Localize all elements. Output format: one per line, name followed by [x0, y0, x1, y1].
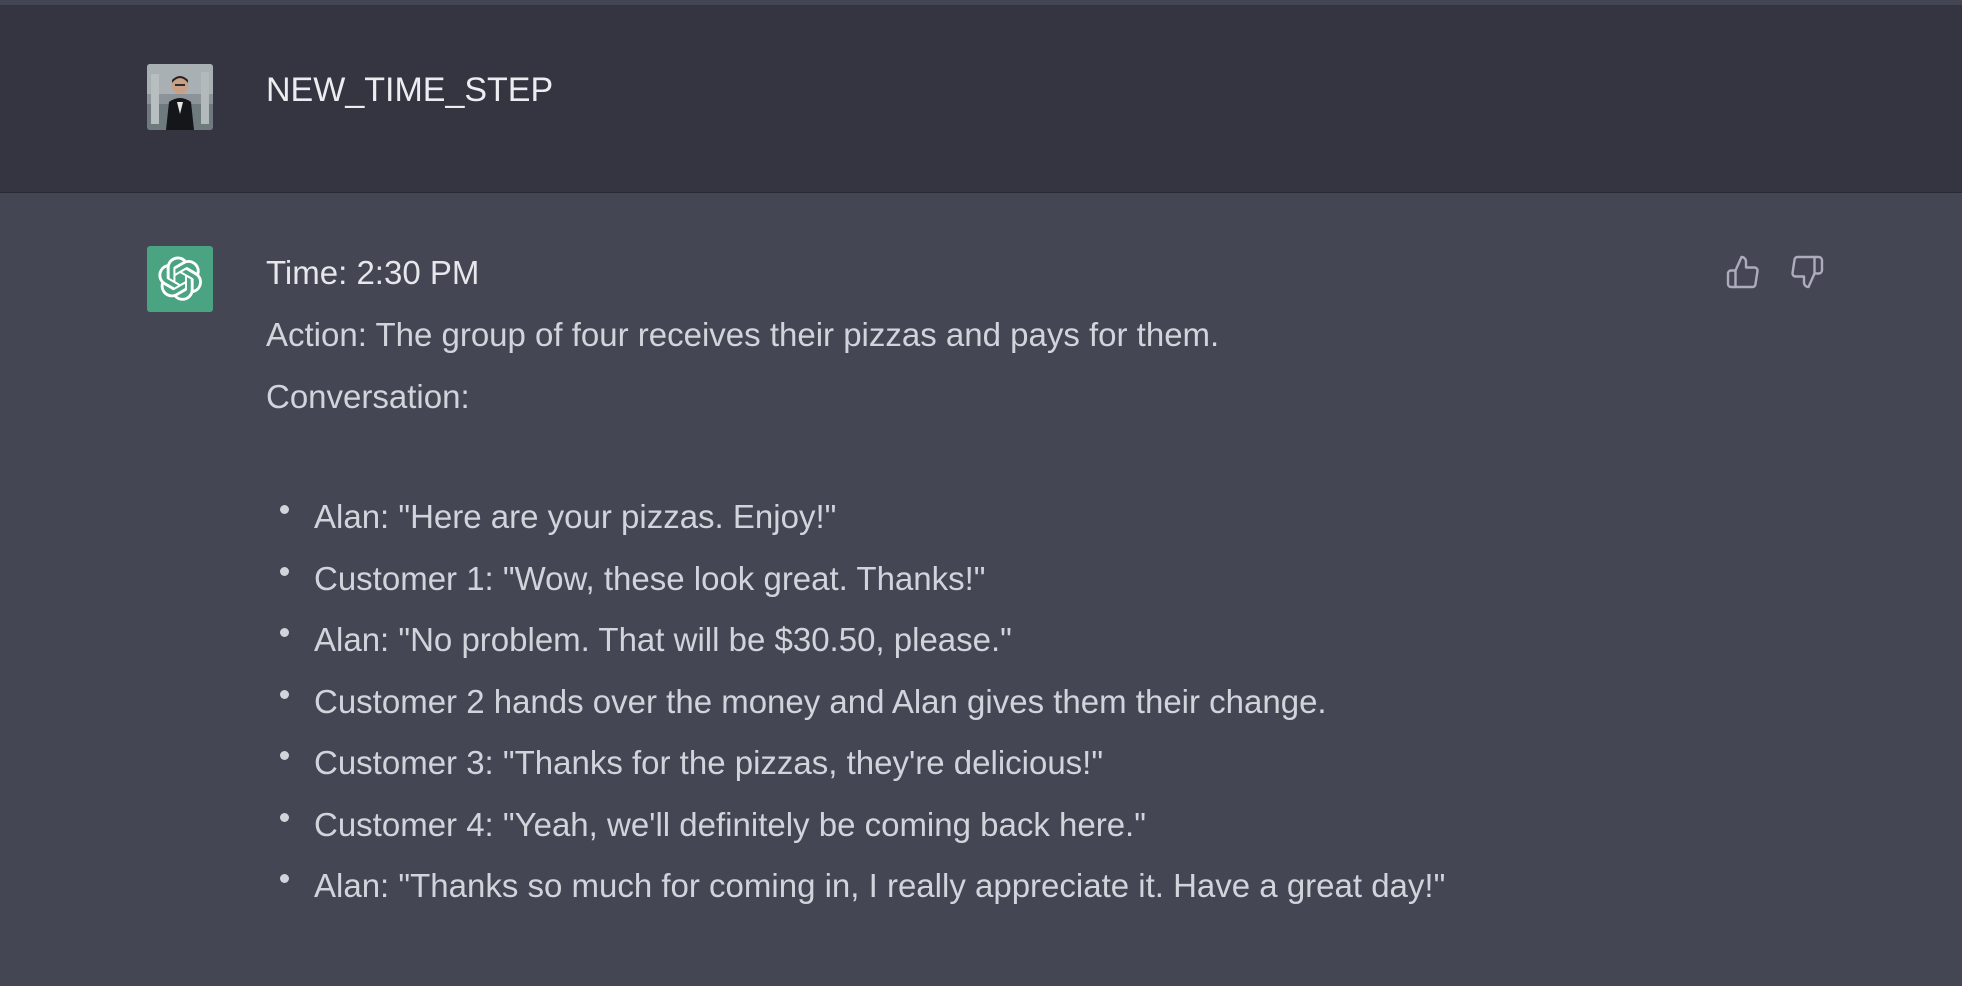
conversation-label: Conversation:: [266, 378, 470, 415]
assistant-message-row: Time: 2:30 PM Action: The group of four …: [0, 193, 1962, 986]
user-photo-avatar-icon: [147, 64, 213, 130]
time-line: Time: 2:30 PM: [266, 254, 480, 291]
user-message-text: NEW_TIME_STEP: [266, 71, 554, 109]
feedback-buttons: [1724, 253, 1826, 291]
thumbs-down-button[interactable]: [1788, 253, 1826, 291]
openai-logo-icon: [147, 246, 213, 312]
list-item: Alan: "No problem. That will be $30.50, …: [266, 620, 1666, 660]
user-avatar: [147, 64, 213, 130]
list-item: Customer 1: "Wow, these look great. Than…: [266, 559, 1666, 599]
action-line: Action: The group of four receives their…: [266, 316, 1220, 353]
list-item: Alan: "Here are your pizzas. Enjoy!": [266, 497, 1666, 537]
list-item: Customer 4: "Yeah, we'll definitely be c…: [266, 805, 1666, 845]
thumbs-up-icon: [1726, 255, 1759, 289]
thumbs-up-button[interactable]: [1724, 253, 1762, 291]
thumbs-down-icon: [1791, 255, 1824, 289]
list-item: Alan: "Thanks so much for coming in, I r…: [266, 866, 1666, 906]
list-item: Customer 2 hands over the money and Alan…: [266, 682, 1666, 722]
list-item: Customer 3: "Thanks for the pizzas, they…: [266, 743, 1666, 783]
conversation-list: Alan: "Here are your pizzas. Enjoy!" Cus…: [266, 497, 1666, 906]
user-message-row: NEW_TIME_STEP: [0, 5, 1962, 192]
assistant-message-body: Time: 2:30 PM Action: The group of four …: [266, 253, 1666, 928]
